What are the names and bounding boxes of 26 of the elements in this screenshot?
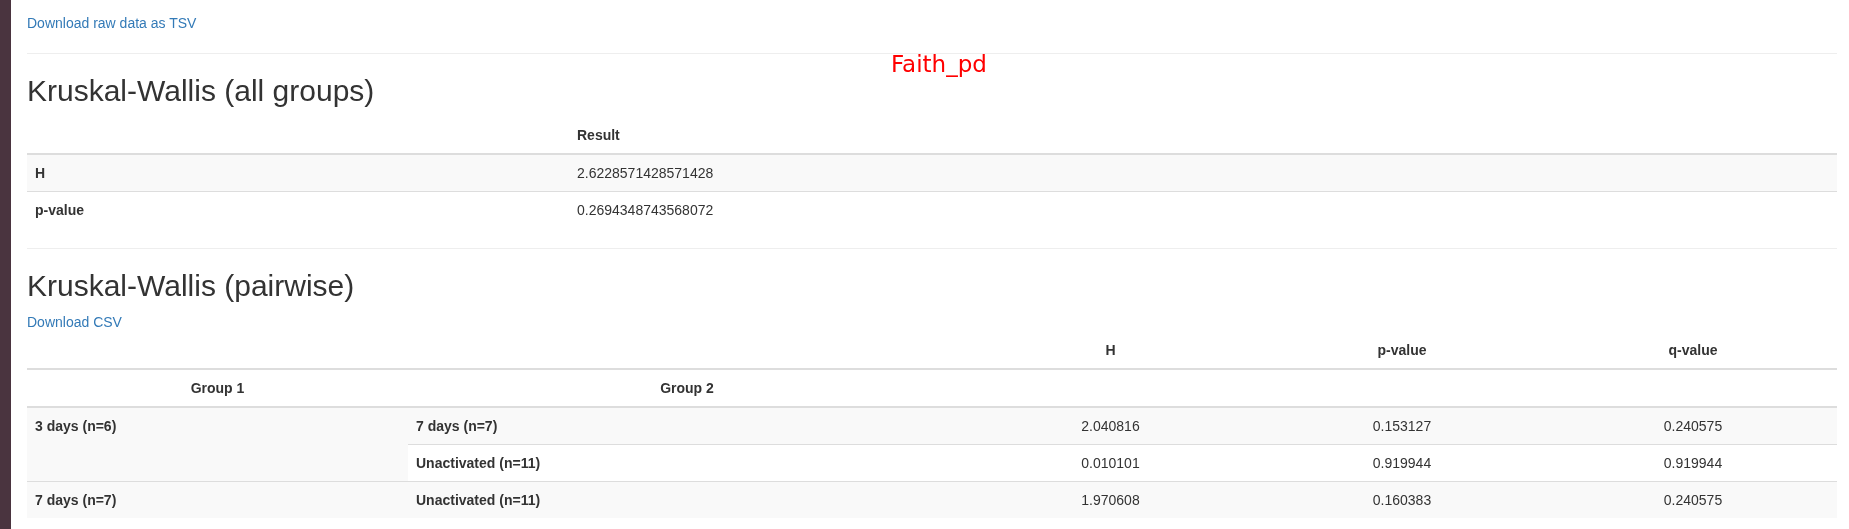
annotation-text: Faith_pd xyxy=(891,50,987,78)
table-cell: 0.919944 xyxy=(1549,444,1837,482)
table-cell: 0.160383 xyxy=(1255,481,1549,518)
table-cell: 0.010101 xyxy=(966,444,1255,482)
row-label: 7 days (n=7) xyxy=(27,481,408,518)
section-heading: Kruskal-Wallis (all groups) xyxy=(27,74,376,107)
column-header: p-value xyxy=(1255,332,1549,369)
table-cell: 0.153127 xyxy=(1255,407,1549,445)
table-cell: 0.2694348743568072 xyxy=(569,191,1837,228)
table-cell: 2.040816 xyxy=(966,407,1255,445)
row-label: H xyxy=(27,154,569,192)
download-link[interactable]: Download CSV xyxy=(27,314,122,330)
row-label: p-value xyxy=(27,191,569,228)
column-header: H xyxy=(966,332,1255,369)
table-cell: 1.970608 xyxy=(966,481,1255,518)
row-label: Unactivated (n=11) xyxy=(408,481,966,518)
table-cell: 0.240575 xyxy=(1549,407,1837,445)
row-label: 3 days (n=6) xyxy=(27,407,408,482)
table-cell: 0.240575 xyxy=(1549,481,1837,518)
download-link[interactable]: Download raw data as TSV xyxy=(27,15,197,31)
column-header: q-value xyxy=(1549,332,1837,369)
table-cell: 2.6228571428571428 xyxy=(569,154,1837,192)
row-label: 7 days (n=7) xyxy=(408,407,966,445)
row-label: Unactivated (n=11) xyxy=(408,444,966,482)
section-heading: Kruskal-Wallis (pairwise) xyxy=(27,269,356,302)
table-cell: 0.919944 xyxy=(1255,444,1549,482)
